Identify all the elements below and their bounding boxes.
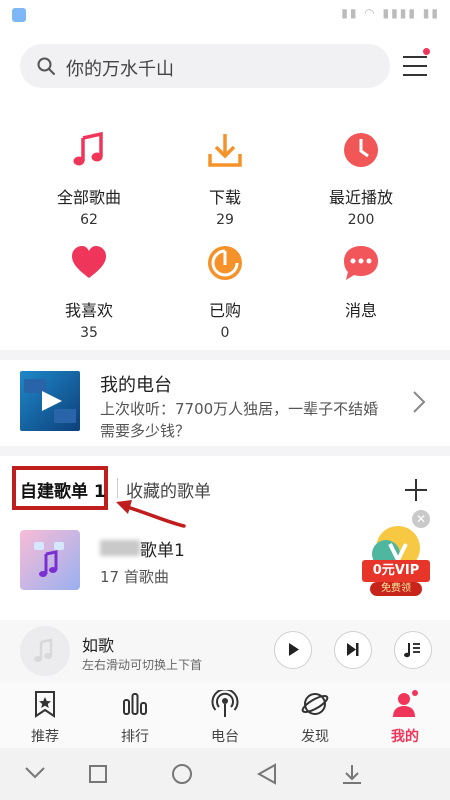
section-divider [0,446,450,456]
nav-label: 排行 [121,729,149,745]
next-button[interactable] [334,631,372,669]
app-notification-icon [12,8,26,22]
nav-item-radio[interactable]: 电台 [180,688,270,746]
grid-count: 200 [347,212,375,228]
nav-item-discover[interactable]: 发现 [270,690,360,746]
star-bookmark-icon [35,691,55,718]
playlist-queue-button[interactable] [394,631,432,669]
next-track-icon [347,643,359,656]
queue-list-icon [404,643,420,658]
annotation-arrow-icon [116,500,186,528]
player-cover-image[interactable] [20,626,70,676]
vip-promo-text: 0元VIP [362,560,430,582]
nav-label: 我的 [391,729,419,745]
recents-square-icon[interactable] [88,764,108,784]
nav-item-ranking[interactable]: 排行 [90,690,180,746]
nav-label: 发现 [301,729,329,745]
radio-description[interactable]: 上次收听：7700万人独居，一辈子不结婚需要多少钱？ [100,398,390,442]
grid-label: 下载 [208,188,241,207]
grid-label: 消息 [344,301,377,320]
chevron-down-icon[interactable] [24,766,46,780]
music-note-icon [73,131,103,166]
grid-item-download[interactable]: 下载 29 [150,130,300,230]
notification-pull-icon[interactable] [340,762,364,786]
heart-icon [72,246,106,278]
status-bar: ▮▮ ◠ ▮▮▮▮ ▮▮ [0,0,450,32]
playlist-name[interactable]: 歌单1 [140,536,185,561]
redacted-name-blur [100,540,140,556]
clock-icon [344,133,378,167]
chart-bars-icon [123,693,147,715]
message-icon [344,246,378,280]
notification-dot [423,48,430,55]
radio-cover-image[interactable] [20,371,80,431]
play-button[interactable] [274,631,312,669]
vip-promo-banner[interactable]: 0元VIP 免费领 ✕ [360,510,432,598]
player-song-title: 如歌 [82,636,115,655]
search-icon [37,57,55,75]
search-placeholder: 你的万水千山 [66,59,174,80]
grid-label: 全部歌曲 [56,188,121,207]
play-icon [289,643,299,656]
download-icon [208,134,242,167]
tab-separator [117,478,118,498]
grid-item-all-songs[interactable]: 全部歌曲 62 [14,130,164,230]
vip-promo-sub: 免费领 [370,582,422,596]
search-bar[interactable]: 你的万水千山 [20,44,390,88]
grid-count: 0 [220,325,230,341]
system-nav-bar [0,748,450,800]
user-icon [393,690,418,717]
grid-label: 我喜欢 [64,301,113,320]
menu-button[interactable] [398,48,432,82]
grid-count: 29 [216,212,234,228]
section-divider [0,350,450,360]
player-swipe-hint: 左右滑动可切换上下首 [82,658,203,672]
planet-icon [301,693,329,715]
nav-label: 推荐 [31,729,59,745]
grid-count: 62 [80,212,98,228]
grid-label: 最近播放 [328,188,393,207]
playlist-cover-image[interactable] [20,530,80,590]
playlist-song-count: 17 首歌曲 [100,568,169,586]
grid-item-favorites[interactable]: 我喜欢 35 [14,243,164,343]
back-triangle-icon[interactable] [256,763,278,785]
broadcast-icon [211,688,239,717]
nav-item-recommend[interactable]: 推荐 [0,690,90,746]
home-circle-icon[interactable] [171,763,193,785]
add-playlist-icon[interactable] [404,478,428,502]
tab-created-playlists[interactable]: 自建歌单 1 [20,477,106,502]
radio-title[interactable]: 我的电台 [100,371,172,397]
grid-count: 35 [80,325,98,341]
purchased-disc-icon [208,246,242,280]
nav-item-mine[interactable]: 我的 [360,690,450,746]
status-indicators: ▮▮ ◠ ▮▮▮▮ ▮▮ [341,6,440,20]
grid-item-purchased[interactable]: 已购 0 [150,243,300,343]
nav-label: 电台 [211,729,239,745]
close-icon[interactable]: ✕ [412,510,430,528]
grid-label: 已购 [208,301,241,320]
grid-item-messages[interactable]: 消息 [286,243,436,343]
grid-item-recent[interactable]: 最近播放 200 [286,130,436,230]
chevron-right-icon[interactable] [412,390,426,414]
